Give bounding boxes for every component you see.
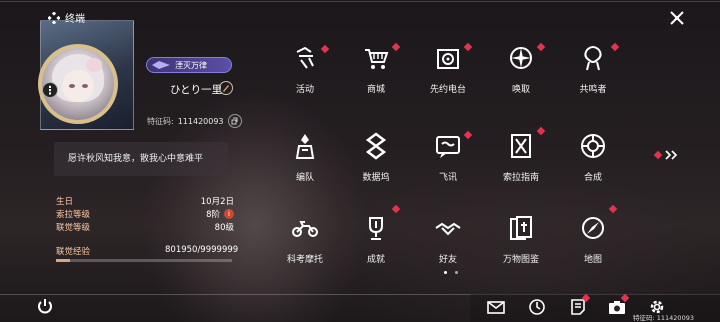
clock-icon <box>529 299 545 315</box>
terminal-header: 终端 <box>47 10 85 25</box>
avatar-more-button[interactable]: ⋮ <box>42 82 58 98</box>
notification-dot <box>463 42 473 52</box>
message-icon <box>434 132 462 160</box>
shop-cart-icon <box>362 44 390 72</box>
map-compass-icon <box>579 214 607 242</box>
mail-icon <box>487 301 505 314</box>
friends-handshake-icon <box>434 214 462 242</box>
footer-uid: 特征码: 111420093 <box>633 314 694 322</box>
menu-item-achievement[interactable]: 成就 <box>341 204 411 270</box>
guidebook-icon <box>507 132 535 160</box>
menu-item-map[interactable]: 地图 <box>558 204 628 270</box>
data-dock-icon <box>362 132 390 160</box>
synthesis-icon <box>579 132 607 160</box>
menu-label: 编队 <box>295 173 314 183</box>
camera-button[interactable] <box>608 293 630 316</box>
resonator-icon <box>579 44 607 72</box>
mail-button[interactable] <box>487 298 505 316</box>
clock-button[interactable] <box>528 298 546 316</box>
menu-label: 合成 <box>583 173 602 183</box>
notification-dot <box>391 204 401 214</box>
logout-button[interactable] <box>36 297 54 315</box>
notification-dot <box>536 126 546 136</box>
trophy-icon <box>362 214 390 242</box>
menu-label: 先约电台 <box>429 85 466 95</box>
event-icon <box>291 44 319 72</box>
menu-label: 好友 <box>438 255 457 265</box>
notification-dot <box>391 42 401 52</box>
menu-item-motorcycle[interactable]: 科考摩托 <box>270 210 340 270</box>
menu-label: 数据坞 <box>362 173 390 183</box>
menu-item-resonator[interactable]: 共鸣者 <box>558 40 628 100</box>
notification-dot <box>653 150 663 160</box>
menu-item-archive[interactable]: 万物图鉴 <box>486 210 556 270</box>
menu-item-radio[interactable]: 先约电台 <box>413 40 483 100</box>
menu-item-shop[interactable]: 商城 <box>341 40 411 100</box>
page-dot <box>455 271 458 274</box>
archive-cards-icon <box>507 214 535 242</box>
terminal-diamond-icon <box>47 10 61 25</box>
menu-label: 活动 <box>295 85 314 95</box>
more-dots-icon: ⋮ <box>44 83 56 97</box>
page-title: 终端 <box>65 14 85 25</box>
menu-label: 索拉指南 <box>502 173 539 183</box>
menu-item-data-dock[interactable]: 数据坞 <box>341 128 411 188</box>
summon-compass-icon <box>507 44 535 72</box>
team-icon <box>291 132 319 160</box>
page-dot-active <box>444 271 447 274</box>
menu-label: 商城 <box>366 85 385 95</box>
menu-label: 共鸣者 <box>579 85 607 95</box>
menu-item-message[interactable]: 飞讯 <box>413 128 483 188</box>
notification-dot <box>320 44 330 54</box>
menu-label: 成就 <box>366 255 385 265</box>
notification-dot <box>536 42 546 52</box>
power-icon <box>38 299 52 314</box>
menu-item-friends[interactable]: 好友 <box>413 210 483 270</box>
menu-item-activity[interactable]: 活动 <box>270 40 340 100</box>
menu-label: 地图 <box>583 255 602 265</box>
menu-item-summon[interactable]: 唤取 <box>486 40 556 100</box>
motorcycle-icon <box>291 214 319 242</box>
menu-label: 科考摩托 <box>286 255 323 265</box>
menu-item-team[interactable]: 编队 <box>270 128 340 188</box>
notification-dot <box>463 130 473 140</box>
page-indicator <box>444 271 458 274</box>
menu-label: 飞讯 <box>438 173 457 183</box>
notification-dot <box>608 204 618 214</box>
menu-label: 万物图鉴 <box>502 255 539 265</box>
menu-item-guide[interactable]: 索拉指南 <box>486 126 556 188</box>
notification-dot <box>610 42 620 52</box>
next-page-button[interactable] <box>653 150 679 160</box>
menu-item-synthesis[interactable]: 合成 <box>558 128 628 188</box>
notice-button[interactable] <box>569 293 591 316</box>
menu-label: 唤取 <box>511 85 530 95</box>
double-chevron-right-icon <box>665 150 678 160</box>
radio-icon <box>434 44 462 72</box>
